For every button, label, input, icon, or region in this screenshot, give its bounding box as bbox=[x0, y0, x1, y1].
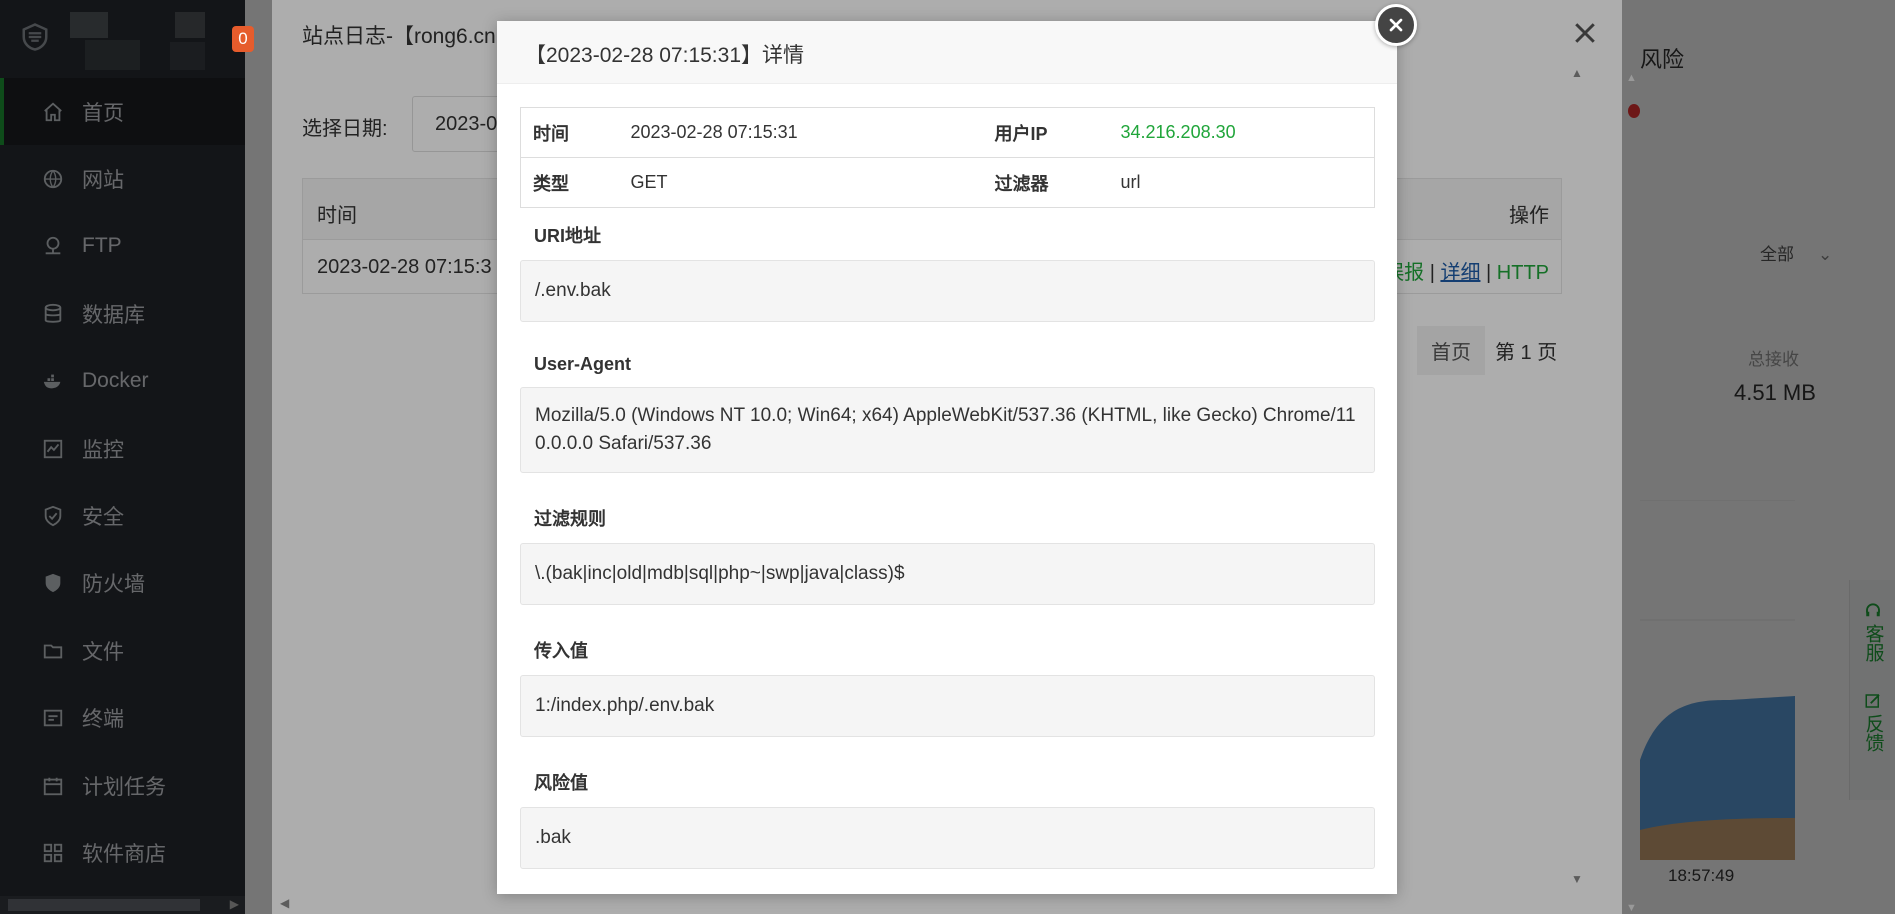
close-detail-button[interactable] bbox=[1375, 4, 1417, 46]
table-row: 时间 2023-02-28 07:15:31 用户IP 34.216.208.3… bbox=[520, 107, 1375, 158]
detail-body: 时间 2023-02-28 07:15:31 用户IP 34.216.208.3… bbox=[520, 107, 1375, 869]
scroll-down-icon[interactable]: ▼ bbox=[1626, 902, 1637, 914]
filter-label: 过滤器 bbox=[982, 157, 1121, 208]
request-info-table: 时间 2023-02-28 07:15:31 用户IP 34.216.208.3… bbox=[520, 107, 1375, 208]
close-icon bbox=[1389, 18, 1403, 32]
risk-value: .bak bbox=[520, 807, 1375, 869]
outer-scrollbar[interactable]: ▲ ▼ bbox=[1626, 54, 1638, 914]
time-label: 时间 bbox=[520, 107, 631, 158]
user-agent-label: User-Agent bbox=[534, 354, 632, 374]
filter-rule-value: \.(bak|inc|old|mdb|sql|php~|swp|java|cla… bbox=[520, 543, 1375, 605]
dialog-title: 【2023-02-28 07:15:31】详情 bbox=[497, 21, 1397, 84]
ip-value: 34.216.208.30 bbox=[1120, 107, 1375, 158]
type-label: 类型 bbox=[520, 157, 631, 208]
uri-value: /.env.bak bbox=[520, 260, 1375, 322]
scroll-up-icon[interactable]: ▲ bbox=[1626, 72, 1637, 84]
filter-value: url bbox=[1120, 157, 1375, 208]
detail-dialog: 【2023-02-28 07:15:31】详情 时间 2023-02-28 07… bbox=[497, 21, 1397, 894]
input-value: 1:/index.php/.env.bak bbox=[520, 675, 1375, 737]
input-value-label: 传入值 bbox=[534, 641, 588, 661]
user-agent-value: Mozilla/5.0 (Windows NT 10.0; Win64; x64… bbox=[520, 387, 1375, 473]
ip-label: 用户IP bbox=[982, 107, 1121, 158]
type-value: GET bbox=[630, 157, 983, 208]
uri-label: URI地址 bbox=[534, 226, 601, 246]
time-value: 2023-02-28 07:15:31 bbox=[630, 107, 983, 158]
table-row: 类型 GET 过滤器 url bbox=[520, 157, 1375, 208]
notification-badge[interactable]: 0 bbox=[232, 26, 254, 52]
risk-value-label: 风险值 bbox=[534, 773, 588, 793]
filter-rule-label: 过滤规则 bbox=[534, 509, 606, 529]
